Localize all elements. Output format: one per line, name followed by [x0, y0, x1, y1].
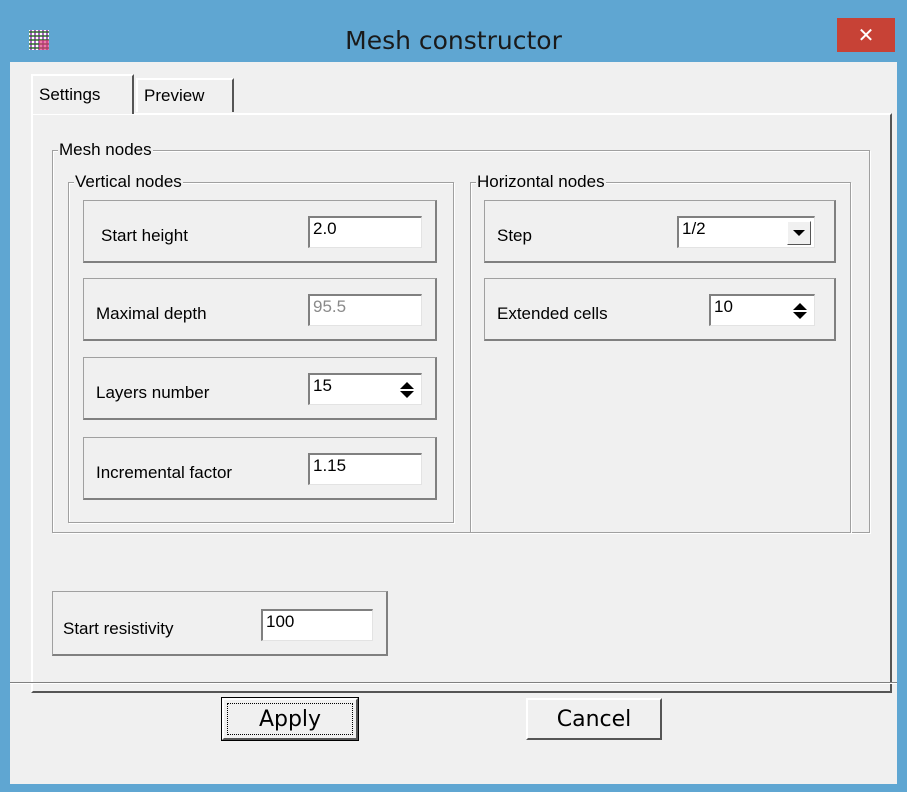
maximal-depth-panel: Maximal depth 95.5 — [83, 278, 437, 341]
layers-number-spin-icon[interactable] — [396, 377, 418, 403]
incremental-factor-label: Incremental factor — [96, 463, 233, 482]
mesh-nodes-label: Mesh nodes — [58, 140, 153, 160]
cancel-button-label: Cancel — [556, 706, 632, 732]
tab-preview[interactable]: Preview — [136, 78, 234, 112]
layers-number-label: Layers number — [96, 383, 210, 402]
dialog-window: Mesh constructor ✕ Settings Preview Mesh… — [0, 0, 907, 792]
start-height-panel: Start height 2.0 — [83, 200, 437, 263]
extended-cells-stepper[interactable]: 10 — [709, 294, 815, 326]
step-label: Step — [497, 226, 532, 245]
horizontal-nodes-label: Horizontal nodes — [476, 172, 606, 192]
incremental-factor-panel: Incremental factor 1.15 — [83, 437, 437, 500]
maximal-depth-input: 95.5 — [308, 294, 422, 326]
chevron-down-icon[interactable] — [787, 221, 811, 245]
button-separator — [10, 682, 897, 684]
tab-settings-label: Settings — [39, 85, 101, 104]
start-height-label: Start height — [101, 226, 188, 245]
step-panel: Step 1/2 — [484, 200, 836, 263]
start-resistivity-input[interactable]: 100 — [261, 609, 373, 641]
extended-cells-label: Extended cells — [497, 304, 608, 323]
apply-button[interactable]: Apply — [221, 697, 359, 741]
vertical-nodes-label: Vertical nodes — [74, 172, 183, 192]
incremental-factor-input[interactable]: 1.15 — [308, 453, 422, 485]
layers-number-panel: Layers number 15 — [83, 357, 437, 420]
layers-number-stepper[interactable]: 15 — [308, 373, 422, 405]
layers-number-value: 15 — [313, 376, 332, 395]
start-height-input[interactable]: 2.0 — [308, 216, 422, 248]
dialog-client-area: Settings Preview Mesh nodes Vertical nod… — [10, 62, 897, 784]
start-resistivity-label: Start resistivity — [63, 619, 174, 638]
extended-cells-spin-icon[interactable] — [789, 298, 811, 324]
start-resistivity-panel: Start resistivity 100 — [52, 591, 388, 656]
step-value: 1/2 — [682, 219, 706, 238]
maximal-depth-label: Maximal depth — [96, 304, 207, 323]
close-button[interactable]: ✕ — [837, 18, 895, 52]
focus-rect — [227, 703, 353, 735]
window-title: Mesh constructor — [345, 26, 562, 55]
close-icon: ✕ — [857, 23, 875, 47]
tab-settings[interactable]: Settings — [31, 74, 134, 114]
step-select[interactable]: 1/2 — [677, 216, 815, 248]
tab-preview-label: Preview — [144, 86, 205, 105]
extended-cells-value: 10 — [714, 297, 733, 316]
cancel-button[interactable]: Cancel — [526, 698, 662, 740]
extended-cells-panel: Extended cells 10 — [484, 278, 836, 341]
